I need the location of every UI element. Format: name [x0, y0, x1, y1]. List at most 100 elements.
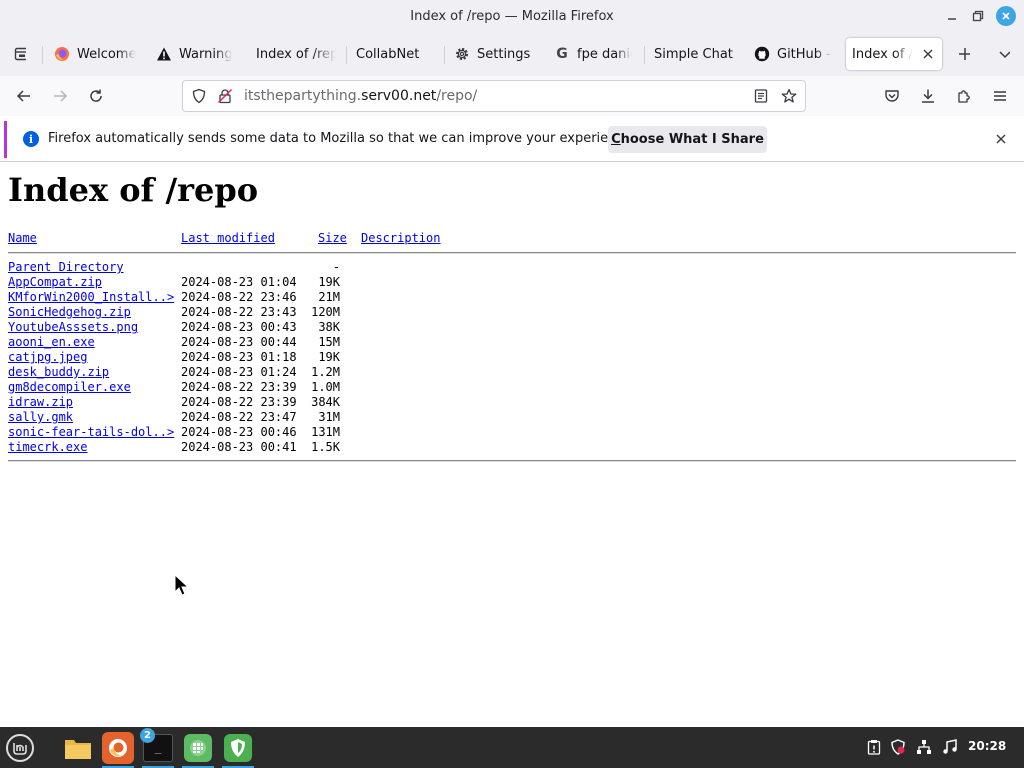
window-titlebar: Index of /repo — Mozilla Firefox: [0, 0, 1024, 32]
header-rule: [8, 252, 1016, 254]
table-row: SonicHedgehog.zip 2024-08-22 23:43 120M: [8, 305, 508, 320]
network-tray-icon[interactable]: [914, 737, 934, 757]
tab-index-of-repo-active[interactable]: Index of /r: [846, 38, 942, 70]
url-bar[interactable]: itsthepartything.serv00.net/repo/: [182, 80, 806, 112]
bookmark-star-icon[interactable]: [781, 88, 797, 108]
file-link[interactable]: sonic-fear-tails-dol..>: [8, 425, 174, 439]
tab-welcome[interactable]: Welcome: [48, 38, 144, 70]
file-size: 38K: [318, 320, 340, 334]
terminal-launcher[interactable]: _ 2: [140, 728, 176, 768]
sound-tray-icon[interactable]: [940, 737, 960, 757]
tab-separator: [444, 46, 445, 64]
file-modified-date: 2024-08-23 01:04: [181, 275, 297, 289]
close-window-button[interactable]: [996, 6, 1016, 26]
download-icon: [922, 89, 934, 103]
list-all-tabs-button[interactable]: [992, 38, 1016, 70]
insecure-lock-icon[interactable]: [217, 88, 233, 108]
file-size: 31M: [318, 410, 340, 424]
file-link[interactable]: gm8decompiler.exe: [8, 380, 131, 394]
table-row: KMforWin2000_Install..> 2024-08-22 23:46 2…: [8, 290, 508, 305]
taskbar: _ 2 20:28: [0, 727, 1024, 768]
close-notification-button[interactable]: [991, 129, 1011, 149]
reload-icon: [90, 89, 102, 102]
file-link[interactable]: SonicHedgehog.zip: [8, 305, 131, 319]
security-shield-tray-icon[interactable]: [888, 737, 908, 757]
spreadsheet-launcher[interactable]: [180, 730, 216, 768]
reader-view-icon[interactable]: [753, 88, 769, 108]
file-size: 131M: [311, 425, 340, 439]
tab-google-search[interactable]: G fpe danie: [548, 38, 638, 70]
sort-by-size-link[interactable]: Size: [318, 231, 347, 245]
page-heading: Index of /repo: [8, 171, 259, 209]
file-link[interactable]: desk_buddy.zip: [8, 365, 109, 379]
minimize-window-button[interactable]: [942, 6, 962, 26]
file-link[interactable]: idraw.zip: [8, 395, 73, 409]
parent-directory-link[interactable]: Parent Directory: [8, 260, 124, 274]
clipboard-tray-icon[interactable]: [864, 737, 884, 757]
back-button[interactable]: [12, 84, 36, 108]
arrow-left-icon: [16, 90, 30, 102]
tab-settings[interactable]: Settings: [448, 38, 544, 70]
files-launcher[interactable]: [60, 730, 96, 765]
file-modified-date: 2024-08-22 23:39: [181, 380, 297, 394]
tab-separator: [42, 46, 43, 64]
file-link[interactable]: aooni_en.exe: [8, 335, 95, 349]
sort-by-last-modified-link[interactable]: Last modified: [181, 231, 275, 245]
puzzle-icon: [958, 90, 970, 103]
choose-what-i-share-button[interactable]: Choose What I Share: [608, 126, 767, 153]
file-modified-date: 2024-08-23 00:46: [181, 425, 297, 439]
firefox-view-button[interactable]: [8, 38, 32, 70]
tab-collabnet[interactable]: CollabNet: [350, 38, 446, 70]
table-row: sonic-fear-tails-dol..> 2024-08-23 00:46 1…: [8, 425, 508, 440]
table-row: catjpg.jpeg 2024-08-23 01:18 19K: [8, 350, 508, 365]
file-modified-date: 2024-08-23 00:44: [181, 335, 297, 349]
files-icon: [65, 739, 91, 759]
firefox-launcher[interactable]: [100, 730, 136, 768]
file-link[interactable]: catjpg.jpeg: [8, 350, 87, 364]
plus-icon: [959, 48, 970, 60]
tab-warning[interactable]: Warning:: [150, 38, 238, 70]
close-tab-icon[interactable]: [920, 46, 936, 62]
file-link[interactable]: timecrk.exe: [8, 440, 87, 454]
clock[interactable]: 20:28: [968, 739, 1006, 753]
mint-menu-button[interactable]: [2, 730, 38, 765]
downloads-button[interactable]: [916, 84, 940, 108]
github-icon: [754, 46, 770, 62]
maximize-window-button[interactable]: [968, 6, 988, 26]
tracking-protection-shield-icon[interactable]: [191, 88, 207, 108]
pocket-button[interactable]: [880, 84, 904, 108]
sort-by-name-link[interactable]: Name: [8, 231, 37, 245]
forward-button[interactable]: [48, 84, 72, 108]
extensions-button[interactable]: [952, 84, 976, 108]
footer-rule: [8, 460, 1016, 462]
arrow-right-icon: [54, 90, 68, 102]
file-link[interactable]: YoutubeAsssets.png: [8, 320, 138, 334]
file-size: 19K: [318, 350, 340, 364]
file-size: 120M: [311, 305, 340, 319]
file-link[interactable]: AppCompat.zip: [8, 275, 102, 289]
navigation-toolbar: itsthepartything.serv00.net/repo/: [0, 76, 1024, 116]
file-link[interactable]: KMforWin2000_Install..>: [8, 290, 174, 304]
file-modified-date: 2024-08-23 00:43: [181, 320, 297, 334]
restore-icon: [972, 10, 984, 22]
content-divider: [0, 161, 1024, 162]
tab-simple-chat[interactable]: Simple Chat: [648, 38, 744, 70]
app-menu-button[interactable]: [988, 84, 1012, 108]
tab-separator: [644, 46, 645, 64]
reload-button[interactable]: [84, 84, 108, 108]
tab-github[interactable]: GitHub - y: [748, 38, 838, 70]
file-size: 19K: [318, 275, 340, 289]
file-modified-date: 2024-08-23 01:18: [181, 350, 297, 364]
sort-by-description-link[interactable]: Description: [361, 231, 440, 245]
vpn-shield-icon: [224, 733, 252, 762]
file-modified-date: 2024-08-22 23:46: [181, 290, 297, 304]
table-row: gm8decompiler.exe 2024-08-22 23:39 1.0M: [8, 380, 508, 395]
close-icon: [996, 134, 1006, 144]
gear-icon: [454, 46, 470, 62]
new-tab-button[interactable]: [952, 38, 976, 70]
vpn-launcher[interactable]: [220, 730, 256, 768]
tab-index-of-repo[interactable]: Index of /rep: [250, 38, 342, 70]
file-link[interactable]: sally.gmk: [8, 410, 73, 424]
file-size: 15M: [318, 335, 340, 349]
tab-separator: [346, 46, 347, 64]
